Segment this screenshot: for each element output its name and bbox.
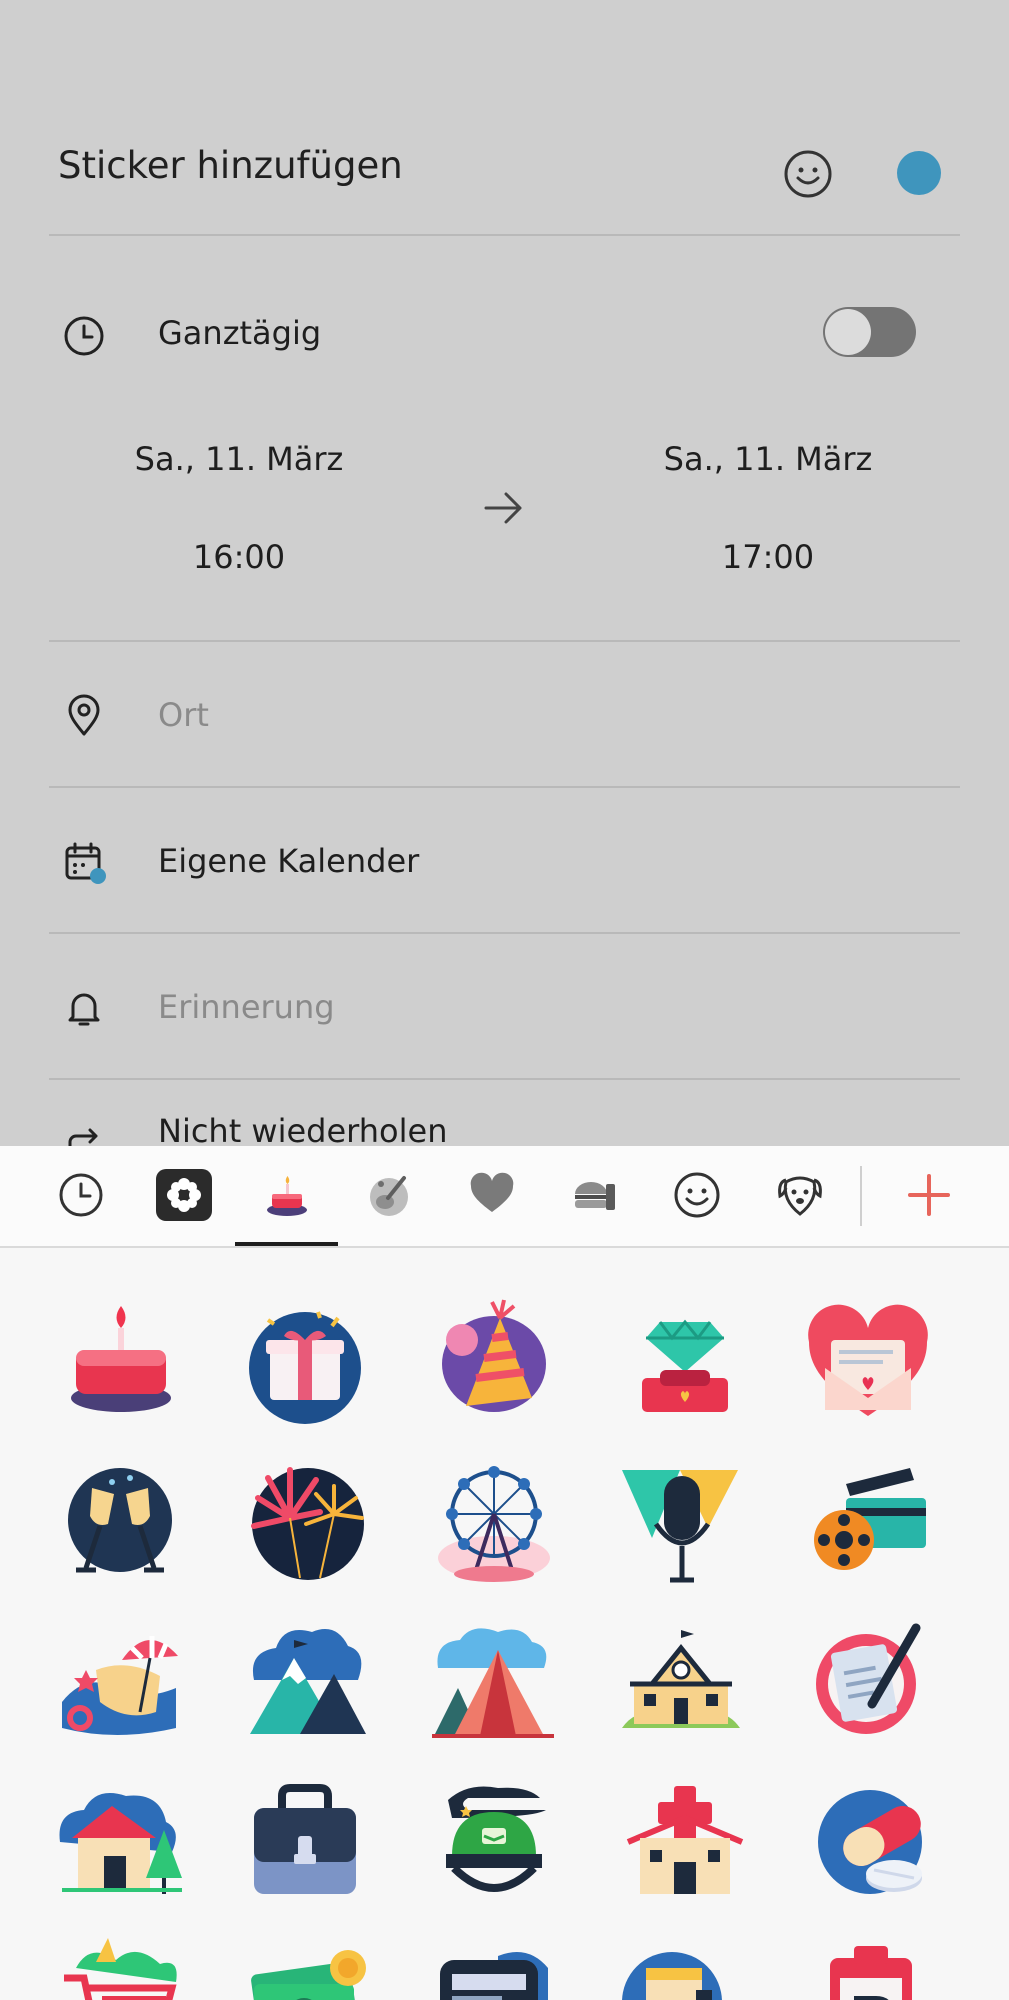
- end-date[interactable]: Sa., 11. März: [638, 440, 898, 478]
- smiley-face-icon: [674, 1172, 720, 1218]
- dog-face-icon: [778, 1176, 822, 1216]
- divider: [49, 786, 960, 788]
- all-day-label: Ganztägig: [158, 314, 322, 352]
- tab-love[interactable]: [461, 1164, 523, 1226]
- sticker-grid: [0, 1250, 1009, 2000]
- location-pin-icon: [68, 694, 100, 736]
- location-input[interactable]: Ort: [158, 696, 209, 734]
- reminder-input[interactable]: Erinnerung: [158, 988, 335, 1026]
- sticker-title[interactable]: Sticker hinzufügen: [58, 144, 403, 187]
- add-sticker-button[interactable]: [898, 1164, 960, 1226]
- arrow-right-icon: [484, 492, 522, 524]
- all-day-toggle[interactable]: [823, 307, 916, 357]
- champagne-toast-sticker[interactable]: [56, 1458, 186, 1588]
- ferris-wheel-sticker[interactable]: [428, 1458, 558, 1588]
- divider: [49, 932, 960, 934]
- mountains-sticker[interactable]: [240, 1618, 370, 1748]
- add-icon: [908, 1174, 950, 1216]
- calendar-selector[interactable]: Eigene Kalender: [158, 842, 419, 880]
- gift-sticker[interactable]: [240, 1298, 370, 1428]
- house-sticker[interactable]: [56, 1778, 186, 1908]
- fireworks-sticker[interactable]: [240, 1458, 370, 1588]
- recent-icon: [59, 1173, 103, 1217]
- flower-app-icon: [156, 1169, 212, 1221]
- birthday-cake-icon: [267, 1176, 307, 1216]
- microphone-sticker[interactable]: [616, 1458, 746, 1588]
- start-date[interactable]: Sa., 11. März: [109, 440, 369, 478]
- army-helmet-sticker[interactable]: [428, 1778, 558, 1908]
- tab-animals[interactable]: [769, 1164, 831, 1226]
- school-sticker[interactable]: [616, 1618, 746, 1748]
- tab-food[interactable]: [564, 1164, 626, 1226]
- clock-icon: [64, 316, 104, 356]
- camping-tent-sticker[interactable]: [428, 1618, 558, 1748]
- briefcase-sticker[interactable]: [240, 1778, 370, 1908]
- beach-sticker[interactable]: [56, 1618, 186, 1748]
- repeat-icon: [68, 1128, 98, 1146]
- sticker-tab-bar: [0, 1146, 1009, 1248]
- party-hat-sticker[interactable]: [428, 1298, 558, 1428]
- tab-emoji[interactable]: [666, 1164, 728, 1226]
- repeat-selector[interactable]: Nicht wiederholen: [158, 1112, 447, 1146]
- end-time[interactable]: 17:00: [638, 538, 898, 576]
- toggle-knob: [825, 309, 871, 355]
- bell-icon: [68, 993, 100, 1026]
- diamond-ring-sticker[interactable]: [620, 1298, 750, 1428]
- divider: [49, 1078, 960, 1080]
- hospital-sticker[interactable]: [620, 1778, 750, 1908]
- shopping-cart-sticker[interactable]: [56, 1938, 186, 2000]
- selected-tab-indicator: [235, 1242, 338, 1246]
- heart-icon: [470, 1172, 514, 1212]
- smiley-icon[interactable]: [782, 148, 834, 200]
- pills-sticker[interactable]: [810, 1778, 940, 1908]
- writing-note-sticker[interactable]: [806, 1618, 936, 1748]
- tab-celebration[interactable]: [256, 1164, 318, 1226]
- calendar-color-dot[interactable]: [897, 151, 941, 195]
- tab-music[interactable]: [358, 1164, 420, 1226]
- birthday-cake-sticker[interactable]: [56, 1298, 186, 1428]
- film-camera-sticker[interactable]: [806, 1458, 936, 1588]
- divider: [49, 640, 960, 642]
- parking-sign-sticker[interactable]: [806, 1938, 936, 2000]
- calendar-icon: [65, 842, 106, 884]
- start-time[interactable]: 16:00: [109, 538, 369, 576]
- tab-flower[interactable]: [153, 1164, 215, 1226]
- tab-separator: [860, 1166, 862, 1226]
- divider: [49, 234, 960, 236]
- laptop-sticker[interactable]: [428, 1938, 558, 2000]
- music-guitar-icon: [370, 1176, 408, 1216]
- sticker-panel: [0, 1146, 1009, 2000]
- event-form: Sticker hinzufügen Ganztägig Sa., 11. Mä…: [0, 0, 1009, 1146]
- money-sticker[interactable]: [240, 1938, 370, 2000]
- food-burger-icon: [575, 1182, 615, 1210]
- alarm-clock-sticker[interactable]: [616, 1938, 746, 2000]
- love-letter-sticker[interactable]: [803, 1298, 933, 1428]
- tab-recent[interactable]: [50, 1164, 112, 1226]
